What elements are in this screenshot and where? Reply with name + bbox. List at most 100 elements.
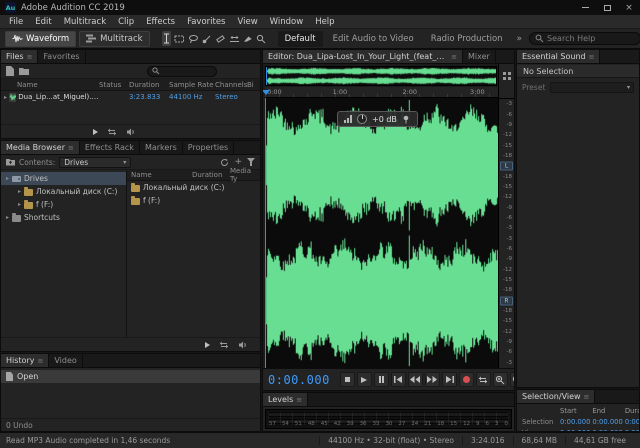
rewind-button[interactable] <box>408 372 423 387</box>
disclosure-icon[interactable]: ▸ <box>4 94 7 101</box>
media-loop-button[interactable] <box>219 341 229 349</box>
file-row[interactable]: ▸ Dua_Lip...at_Miguel).mp3 3:23.833 4410… <box>1 91 260 103</box>
playhead-time-display[interactable]: 0:00.000 <box>268 373 330 387</box>
tab-video[interactable]: Video <box>49 354 82 367</box>
media-list-headers[interactable]: Name Duration Media Ty <box>127 170 260 181</box>
multitrack-view-button[interactable]: Multitrack <box>79 31 149 47</box>
column-status[interactable]: Status <box>99 81 129 89</box>
disclosure-icon[interactable]: ▸ <box>6 175 9 182</box>
tab-favorites[interactable]: Favorites <box>38 50 85 63</box>
folder-up-button[interactable] <box>6 158 15 166</box>
waveform-view-button[interactable]: Waveform <box>5 31 76 47</box>
panel-menu-icon[interactable]: ≡ <box>68 144 74 152</box>
tab-history[interactable]: History≡ <box>1 354 49 367</box>
help-search-input[interactable] <box>547 34 635 43</box>
stop-button[interactable] <box>340 372 355 387</box>
maximize-button[interactable] <box>596 0 618 15</box>
waveform-display[interactable]: +0 dB <box>265 98 498 368</box>
timeline-ruler[interactable]: 0:00 1:00 2:00 3:00 <box>265 87 498 98</box>
files-volume-button[interactable] <box>126 128 136 136</box>
contents-dropdown[interactable]: Drives ▾ <box>59 157 131 168</box>
menu-item-edit[interactable]: Edit <box>29 17 57 27</box>
tab-properties[interactable]: Properties <box>183 141 234 154</box>
open-file-button[interactable] <box>19 67 29 75</box>
spot-healing-brush-tool-button[interactable] <box>215 31 226 46</box>
filter-button[interactable] <box>247 158 255 166</box>
preset-select[interactable]: ▾ <box>550 82 634 93</box>
overview-canvas[interactable] <box>266 67 496 85</box>
menu-item-help[interactable]: Help <box>309 17 340 27</box>
playhead-marker-icon[interactable] <box>262 90 270 95</box>
tab-levels[interactable]: Levels≡ <box>263 393 308 406</box>
menu-item-window[interactable]: Window <box>264 17 310 27</box>
files-loop-button[interactable] <box>107 128 117 136</box>
loop-playback-button[interactable] <box>476 372 491 387</box>
media-list-row-local-disk-c[interactable]: Локальный диск (C:) <box>127 181 260 194</box>
tab-media-browser[interactable]: Media Browser≡ <box>1 141 80 154</box>
tab-effects-rack[interactable]: Effects Rack <box>80 141 140 154</box>
column-name[interactable]: Name <box>1 81 99 89</box>
waveform-canvas[interactable] <box>265 98 498 368</box>
zoom-tool-button[interactable] <box>256 31 266 46</box>
disclosure-icon[interactable]: ▸ <box>6 214 9 221</box>
panel-menu-icon[interactable]: ≡ <box>589 53 595 61</box>
refresh-button[interactable] <box>220 158 229 167</box>
tab-selection-view[interactable]: Selection/View≡ <box>517 390 595 403</box>
selection-start-value[interactable]: 0:00.000 <box>560 418 590 426</box>
workspace-radio-production[interactable]: Radio Production <box>424 34 510 44</box>
tab-mixer[interactable]: Mixer <box>463 50 496 63</box>
tree-item-drives[interactable]: ▸ Drives <box>1 172 126 185</box>
zoom-out-button[interactable] <box>510 372 515 387</box>
panel-menu-icon[interactable]: ≡ <box>584 393 590 401</box>
levels-meter[interactable]: 575451484542393633302724211815129630 <box>265 409 512 429</box>
minimize-button[interactable] <box>574 0 596 15</box>
fast-forward-button[interactable] <box>425 372 440 387</box>
media-play-button[interactable] <box>205 342 210 348</box>
media-volume-button[interactable] <box>238 341 248 349</box>
tree-item-drive-f[interactable]: ▸ f (F:) <box>1 198 126 211</box>
pause-button[interactable] <box>374 372 389 387</box>
column-duration[interactable]: Duration <box>129 81 169 89</box>
column-channels[interactable]: Channels <box>215 81 247 89</box>
time-selection-tool-button[interactable] <box>162 31 171 46</box>
panel-menu-icon[interactable]: ≡ <box>27 53 33 61</box>
tab-editor[interactable]: Editor: Dua_Lipa-Lost_In_Your_Light_(fea… <box>263 50 463 63</box>
tab-markers[interactable]: Markers <box>140 141 183 154</box>
panel-menu-icon[interactable]: ≡ <box>37 357 43 365</box>
disclosure-icon[interactable]: ▸ <box>18 188 21 195</box>
overview-playhead[interactable] <box>266 67 267 85</box>
media-list-row-drive-f[interactable]: f (F:) <box>127 194 260 207</box>
waveform-overview[interactable] <box>265 66 497 86</box>
slip-tool-button[interactable] <box>229 31 240 46</box>
menu-item-file[interactable]: File <box>3 17 29 27</box>
column-sample-rate[interactable]: Sample Rate <box>169 81 215 89</box>
zoom-in-button[interactable] <box>493 372 508 387</box>
skip-to-end-button[interactable] <box>442 372 457 387</box>
close-button[interactable]: × <box>618 0 640 15</box>
paintbrush-selection-tool-button[interactable] <box>202 31 212 46</box>
workspace-edit-audio-to-video[interactable]: Edit Audio to Video <box>326 34 421 44</box>
history-item-open[interactable]: Open <box>1 370 260 383</box>
channel-right-button[interactable]: R <box>500 296 513 305</box>
selection-end-value[interactable]: 0:00.000 <box>592 418 622 426</box>
column-bit-depth[interactable]: Bi <box>247 81 260 89</box>
tab-essential-sound[interactable]: Essential Sound≡ <box>517 50 600 63</box>
workspace-overflow-chevron[interactable]: » <box>513 34 527 44</box>
column-duration[interactable]: Duration <box>192 171 230 179</box>
files-search-input[interactable] <box>162 67 212 75</box>
menu-item-view[interactable]: View <box>232 17 264 27</box>
lasso-selection-tool-button[interactable] <box>188 31 199 46</box>
menu-item-favorites[interactable]: Favorites <box>181 17 231 27</box>
workspace-default[interactable]: Default <box>278 31 323 47</box>
selection-duration-value[interactable]: 0:00.000 <box>625 418 640 426</box>
channel-left-button[interactable]: L <box>500 162 513 171</box>
record-button[interactable] <box>459 372 474 387</box>
column-name[interactable]: Name <box>127 171 192 179</box>
panel-menu-icon[interactable]: ≡ <box>296 396 302 404</box>
hud-volume-knob[interactable] <box>357 114 367 124</box>
play-button[interactable] <box>357 372 372 387</box>
razor-tool-button[interactable] <box>243 31 253 46</box>
tree-item-local-disk-c[interactable]: ▸ Локальный диск (C:) <box>1 185 126 198</box>
playhead[interactable] <box>265 98 266 368</box>
skip-to-start-button[interactable] <box>391 372 406 387</box>
